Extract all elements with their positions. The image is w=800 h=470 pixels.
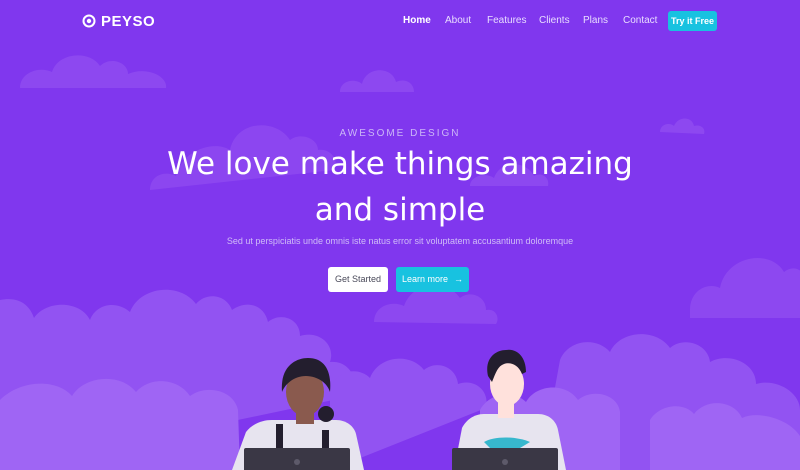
hero-section: PEYSO Home About Features Clients Plans … bbox=[0, 0, 800, 470]
woman-illustration bbox=[232, 358, 364, 470]
man-illustration bbox=[452, 349, 566, 470]
hero-illustration bbox=[232, 349, 566, 470]
